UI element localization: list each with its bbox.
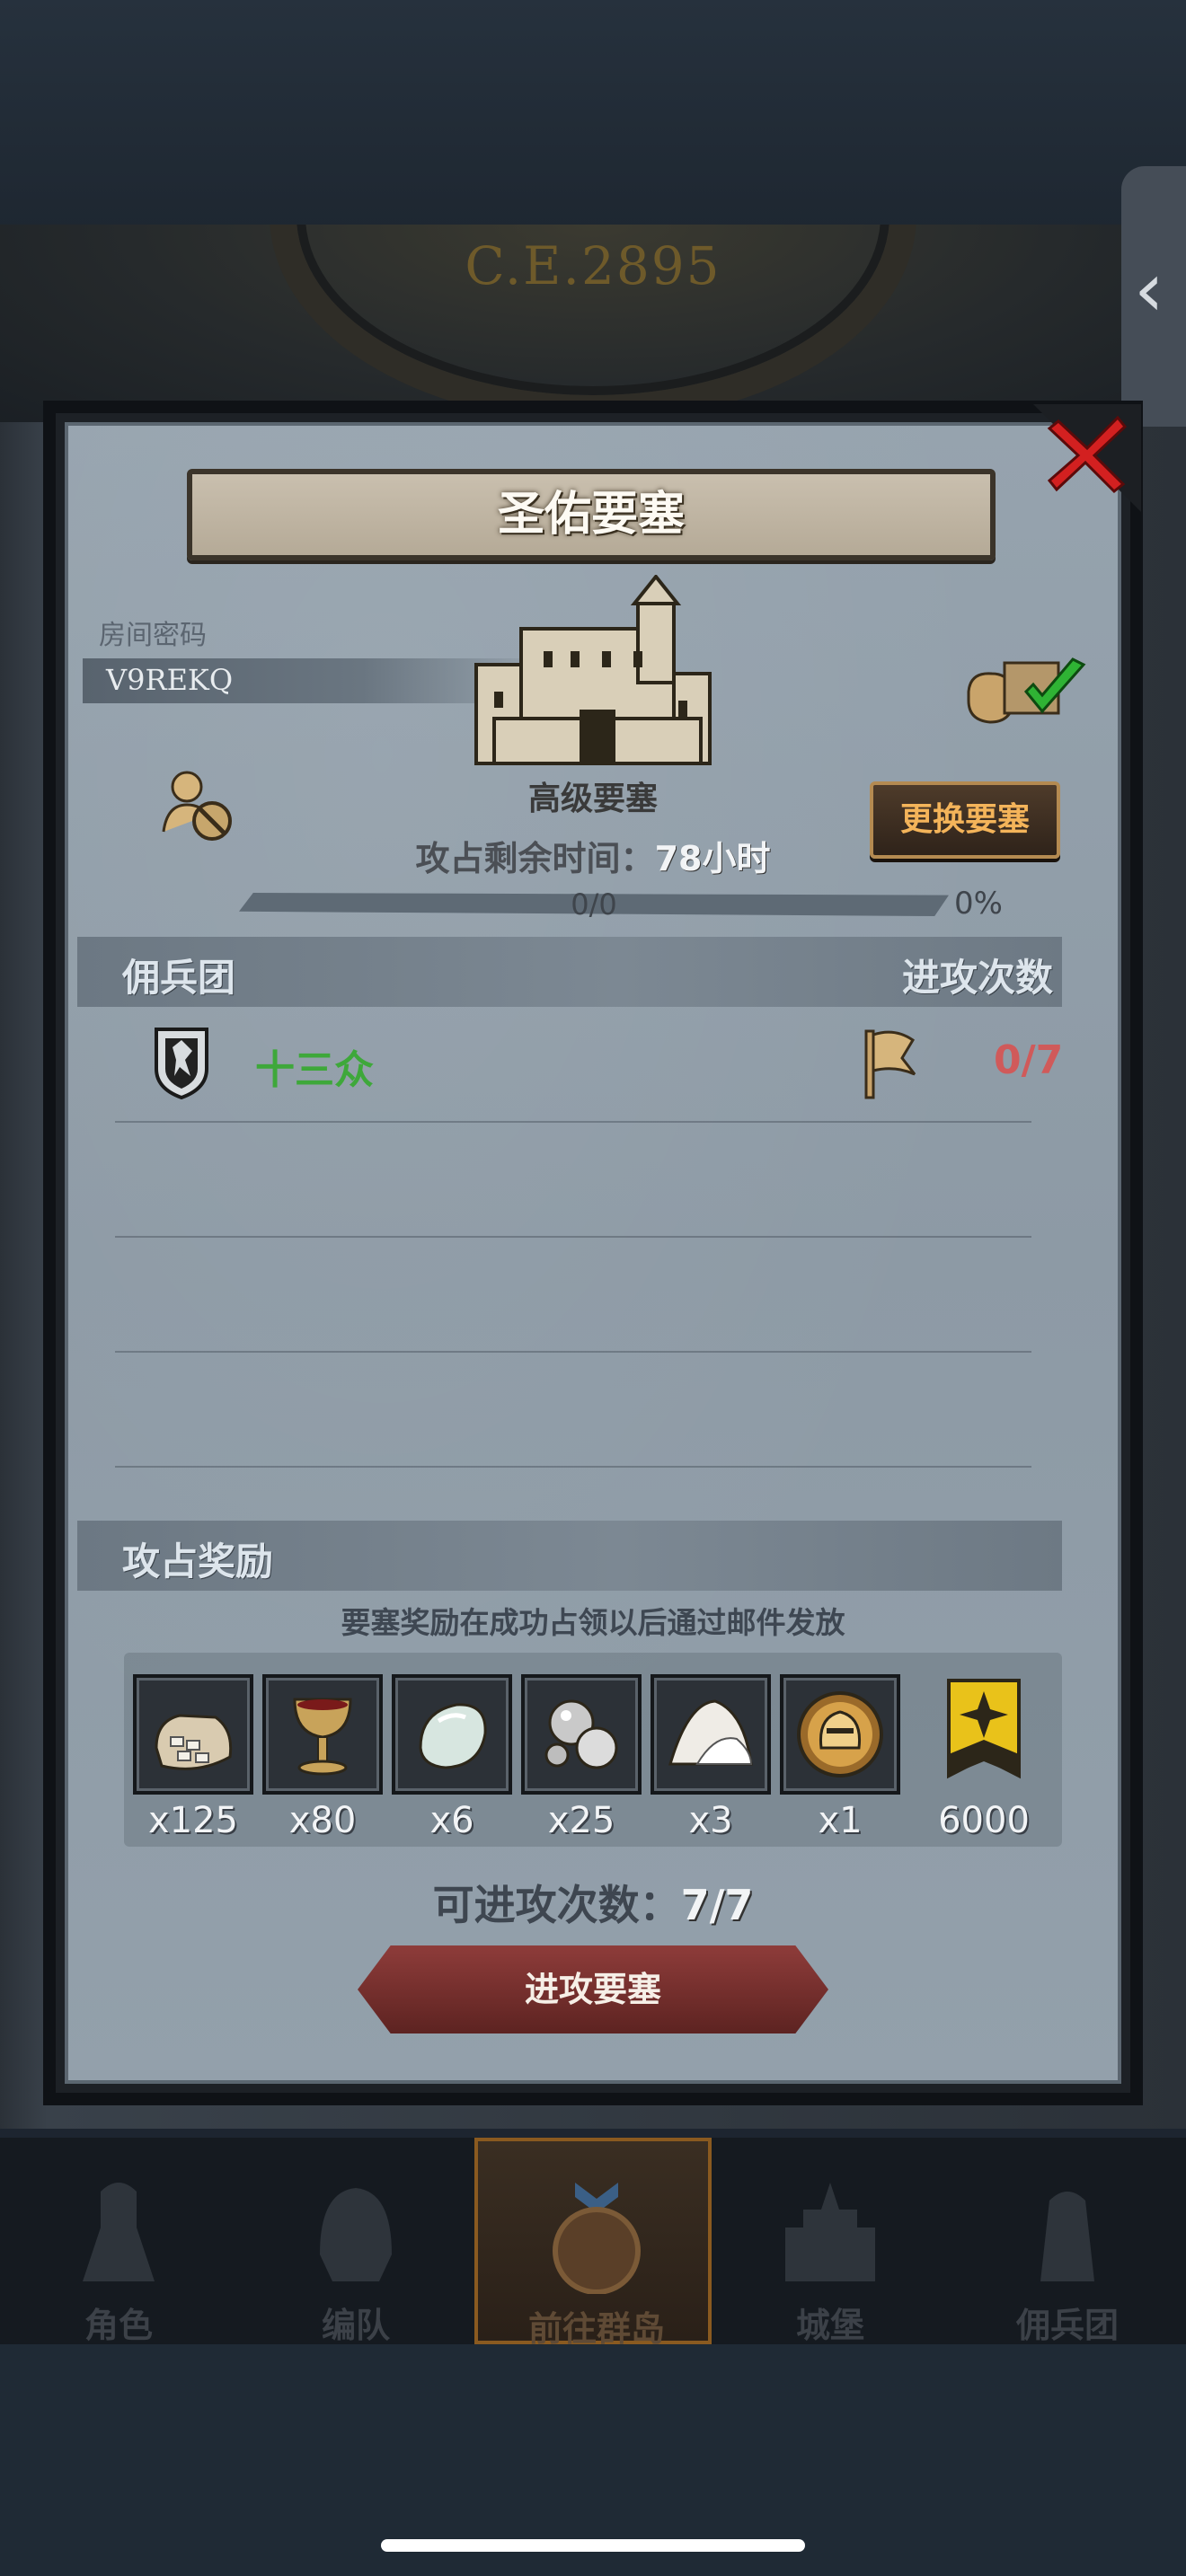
guild-name[interactable]: 十三众: [255, 1037, 374, 1095]
nav-label: 城堡: [795, 2306, 864, 2345]
top-background: [0, 0, 1186, 229]
room-password-label: 房间密码: [99, 620, 207, 651]
rank-banner-icon: [924, 1674, 1044, 1795]
flag-icon: [864, 1029, 916, 1099]
reward-item[interactable]: x3: [651, 1674, 771, 1841]
list-divider: [115, 1466, 1031, 1468]
nav-label: 前往群岛: [527, 2309, 665, 2349]
side-drawer-handle[interactable]: ‹: [1121, 166, 1186, 427]
white-stone-icon: [392, 1674, 512, 1795]
reward-item[interactable]: x6: [392, 1674, 512, 1841]
reward-note: 要塞奖励在成功占领以后通过邮件发放: [341, 1605, 845, 1640]
reward-section-title: 攻占奖励: [122, 1539, 274, 1584]
silver-orbs-icon: [521, 1674, 642, 1795]
nav-islands[interactable]: 前往群岛: [474, 2138, 712, 2349]
nav-character[interactable]: 角色: [0, 2138, 237, 2345]
knight-helmet-icon: [780, 1674, 900, 1795]
nav-label: 角色: [84, 2306, 153, 2345]
knight-icon: [83, 2183, 155, 2281]
attack-fortress-label[interactable]: 进攻要塞: [358, 1945, 828, 2033]
reward-item[interactable]: x125: [133, 1674, 253, 1841]
list-divider: [115, 1351, 1031, 1353]
capture-progress-text: 0/0: [571, 887, 617, 922]
capture-progress-percent: 0%: [954, 886, 1003, 922]
room-code[interactable]: V9REKQ: [106, 663, 233, 697]
reward-item[interactable]: x25: [521, 1674, 642, 1841]
chevron-left-icon: ‹: [1134, 245, 1164, 333]
fortress-castle-icon: [474, 575, 712, 765]
rewards-collected-icon[interactable]: [960, 647, 1094, 728]
reward-item[interactable]: x80: [262, 1674, 383, 1841]
home-indicator[interactable]: [381, 2539, 805, 2552]
reward-qty: x80: [288, 1800, 357, 1841]
remaining-time-label: 攻占剩余时间：: [415, 839, 655, 878]
reward-item[interactable]: x1: [780, 1674, 900, 1841]
reward-qty: x3: [688, 1800, 733, 1841]
salt-pile-icon: [651, 1674, 771, 1795]
reward-qty: x25: [547, 1800, 615, 1841]
castle-icon: [785, 2183, 875, 2281]
era-label: C.E.2895: [465, 235, 721, 296]
reward-qty: x1: [818, 1800, 863, 1841]
fortress-title: 圣佑要塞: [497, 488, 685, 542]
remaining-time-value: 78小时: [654, 839, 771, 878]
mercenary-icon: [1040, 2192, 1094, 2281]
list-divider: [115, 1121, 1031, 1123]
attack-attempts-label: 可进攻次数：: [432, 1881, 681, 1929]
helmet-icon: [320, 2188, 392, 2281]
wolf-shield-icon: [155, 1028, 208, 1099]
attack-attempts-value: 7/7: [680, 1881, 754, 1929]
reward-qty: x125: [147, 1800, 239, 1841]
reward-qty: x6: [429, 1800, 474, 1841]
change-fortress-label[interactable]: 更换要塞: [870, 781, 1060, 859]
list-divider: [115, 1236, 1031, 1238]
coin-sack-icon: [133, 1674, 253, 1795]
no-user-icon[interactable]: [158, 765, 239, 846]
attack-count-header: 进攻次数: [902, 956, 1054, 1000]
nav-formation[interactable]: 编队: [237, 2138, 474, 2345]
nav-label: 编队: [321, 2306, 390, 2345]
mercenary-section-title: 佣兵团: [122, 956, 236, 1000]
attack-attempts: 可进攻次数：7/7: [0, 1873, 1186, 1932]
nav-label: 佣兵团: [1015, 2306, 1119, 2345]
goblet-icon: [262, 1674, 383, 1795]
nav-mercenary[interactable]: 佣兵团: [949, 2138, 1186, 2345]
guild-attack-count: 0/7: [994, 1037, 1064, 1083]
reward-item[interactable]: 6000: [924, 1674, 1044, 1841]
reward-qty: 6000: [938, 1800, 1030, 1841]
islands-icon: [553, 2183, 641, 2294]
close-icon[interactable]: [1042, 409, 1132, 498]
nav-castle[interactable]: 城堡: [712, 2138, 949, 2345]
